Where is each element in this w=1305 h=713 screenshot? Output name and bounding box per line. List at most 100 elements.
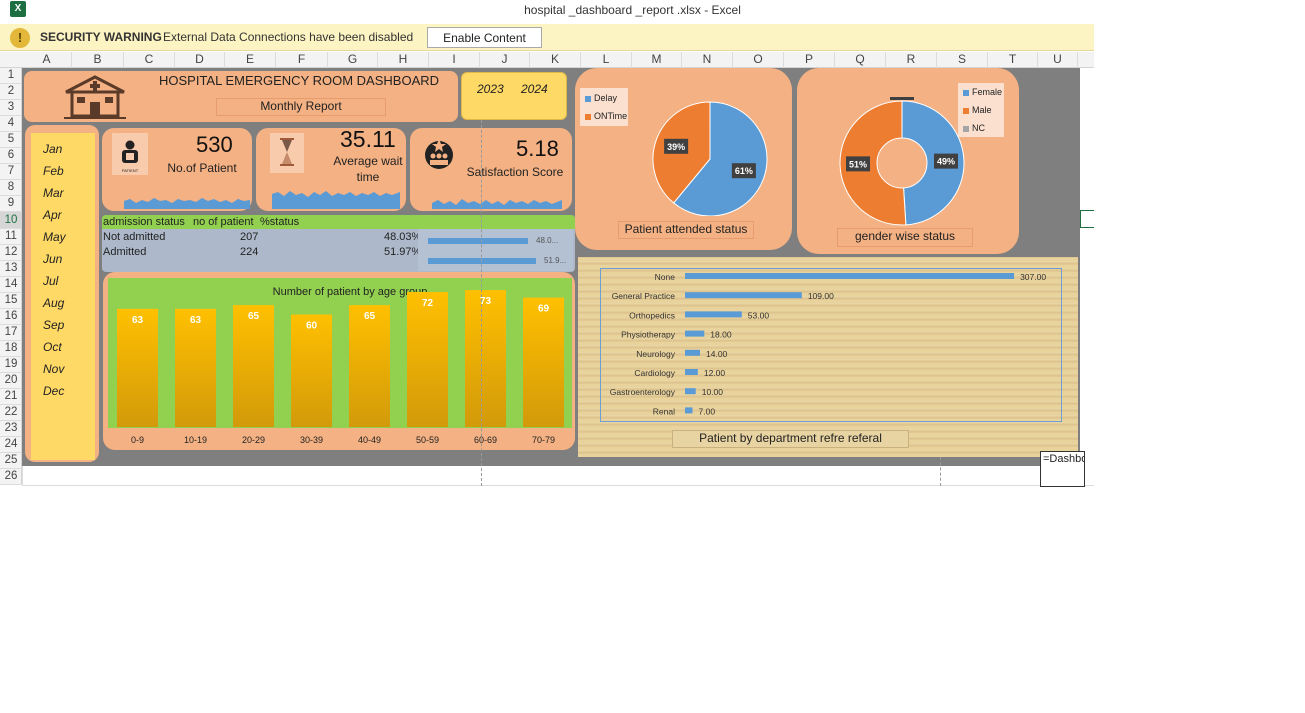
column-header-a[interactable]: A	[22, 52, 72, 68]
column-header-d[interactable]: D	[175, 52, 225, 68]
column-header-t[interactable]: T	[988, 52, 1038, 68]
year-option-2024[interactable]: 2024	[521, 82, 548, 96]
row-header-13[interactable]: 13	[0, 261, 22, 277]
row-header-12[interactable]: 12	[0, 245, 22, 261]
department-value-label: 307.00	[1020, 272, 1046, 282]
row-header-22[interactable]: 22	[0, 405, 22, 421]
admission-col-status: admission status	[103, 216, 185, 228]
row-header-20[interactable]: 20	[0, 373, 22, 389]
column-header-o[interactable]: O	[733, 52, 784, 68]
month-option-may[interactable]: May	[43, 230, 66, 244]
age-category-label: 50-59	[416, 435, 439, 445]
row-header-16[interactable]: 16	[0, 309, 22, 325]
age-bar-label: 63	[190, 315, 202, 326]
age-bar	[523, 297, 564, 427]
column-header-j[interactable]: J	[480, 52, 530, 68]
column-header-b[interactable]: B	[72, 52, 124, 68]
column-header-e[interactable]: E	[225, 52, 276, 68]
row-header-3[interactable]: 3	[0, 100, 22, 116]
department-value-label: 109.00	[808, 291, 834, 301]
column-header-p[interactable]: P	[784, 52, 835, 68]
row-header-17[interactable]: 17	[0, 325, 22, 341]
column-header-g[interactable]: G	[328, 52, 378, 68]
month-option-dec[interactable]: Dec	[43, 384, 64, 398]
legend-swatch	[585, 113, 591, 120]
department-value-label: 7.00	[699, 406, 716, 416]
row-header-bar: 1 2 3 4 5 6 7 8 9 10 11 12 13 14 15 16 17 18 19 20 21 22 23 24 2…	[0, 68, 22, 485]
month-option-aug[interactable]: Aug	[43, 296, 64, 310]
row-header-18[interactable]: 18	[0, 341, 22, 357]
excel-app-icon[interactable]: X	[10, 1, 26, 17]
column-header-r[interactable]: R	[886, 52, 937, 68]
month-option-apr[interactable]: Apr	[43, 208, 62, 222]
pie-data-label: 49%	[937, 157, 955, 167]
column-header-l[interactable]: L	[581, 52, 632, 68]
selected-cell-indicator[interactable]	[1080, 210, 1094, 228]
dashboard-title: HOSPITAL EMERGENCY ROOM DASHBOARD	[158, 73, 440, 88]
security-warning-title: SECURITY WARNING	[40, 30, 162, 44]
row-header-23[interactable]: 23	[0, 421, 22, 437]
row-header-24[interactable]: 24	[0, 437, 22, 453]
age-bar-label: 60	[306, 321, 318, 332]
admission-databar	[428, 258, 536, 264]
row-header-7[interactable]: 7	[0, 164, 22, 180]
column-header-m[interactable]: M	[632, 52, 682, 68]
row-header-19[interactable]: 19	[0, 357, 22, 373]
row-header-26[interactable]: 26	[0, 469, 22, 485]
attended-status-pie[interactable]: 61% 39%	[650, 100, 770, 216]
column-header-n[interactable]: N	[682, 52, 733, 68]
month-option-jul[interactable]: Jul	[43, 274, 58, 288]
column-header-i[interactable]: I	[429, 52, 480, 68]
age-category-label: 20-29	[242, 435, 265, 445]
row-header-15[interactable]: 15	[0, 293, 22, 309]
month-option-mar[interactable]: Mar	[43, 186, 64, 200]
column-header-u[interactable]: U	[1038, 52, 1078, 68]
row-header-21[interactable]: 21	[0, 389, 22, 405]
department-referral-bar-chart[interactable]: None 307.00 General Practice 109.00 Orthoped…	[578, 265, 1078, 425]
month-option-feb[interactable]: Feb	[43, 164, 64, 178]
row-header-5[interactable]: 5	[0, 132, 22, 148]
row-header-6[interactable]: 6	[0, 148, 22, 164]
row-header-10[interactable]: 10	[0, 212, 22, 229]
month-option-jun[interactable]: Jun	[43, 252, 62, 266]
patient-icon-caption: PATIENT	[122, 168, 139, 173]
row-header-2[interactable]: 2	[0, 84, 22, 100]
row-header-11[interactable]: 11	[0, 229, 22, 245]
row-header-9[interactable]: 9	[0, 196, 22, 212]
month-option-sep[interactable]: Sep	[43, 318, 64, 332]
department-label: General Practice	[612, 291, 676, 301]
legend-label: NC	[972, 123, 985, 133]
age-bar	[175, 308, 216, 427]
month-option-nov[interactable]: Nov	[43, 362, 64, 376]
enable-content-button[interactable]: Enable Content	[427, 27, 542, 48]
month-option-oct[interactable]: Oct	[43, 340, 62, 354]
page-break-line	[940, 457, 941, 486]
column-header-k[interactable]: K	[530, 52, 581, 68]
row-header-4[interactable]: 4	[0, 116, 22, 132]
admission-row-count: 224	[240, 246, 259, 258]
department-value-label: 18.00	[710, 330, 732, 340]
column-header-q[interactable]: Q	[835, 52, 886, 68]
age-group-bar-chart[interactable]: Number of patient by age group 63 0-9 63 10…	[105, 275, 575, 450]
year-option-2023[interactable]: 2023	[477, 82, 504, 96]
cell-formula-note[interactable]: =Dashboard!$A$5	[1040, 451, 1085, 487]
age-category-label: 70-79	[532, 435, 555, 445]
department-label: Cardiology	[634, 368, 675, 378]
department-bar	[685, 311, 742, 318]
age-category-label: 30-39	[300, 435, 323, 445]
row-header-8[interactable]: 8	[0, 180, 22, 196]
department-value-label: 53.00	[748, 310, 770, 320]
row-header-14[interactable]: 14	[0, 277, 22, 293]
column-header-s[interactable]: S	[937, 52, 988, 68]
column-header-c[interactable]: C	[124, 52, 175, 68]
row-header-25[interactable]: 25	[0, 453, 22, 469]
column-header-h[interactable]: H	[378, 52, 429, 68]
legend-female: Female	[963, 87, 1002, 97]
kpi-patients-value: 530	[196, 132, 233, 157]
month-option-jan[interactable]: Jan	[43, 142, 62, 156]
column-header-f[interactable]: F	[276, 52, 328, 68]
department-value-label: 10.00	[702, 387, 724, 397]
row-header-1[interactable]: 1	[0, 68, 22, 84]
gender-status-doughnut[interactable]: 49% 51% 0%	[835, 97, 970, 232]
pie-data-label: 39%	[667, 142, 685, 152]
